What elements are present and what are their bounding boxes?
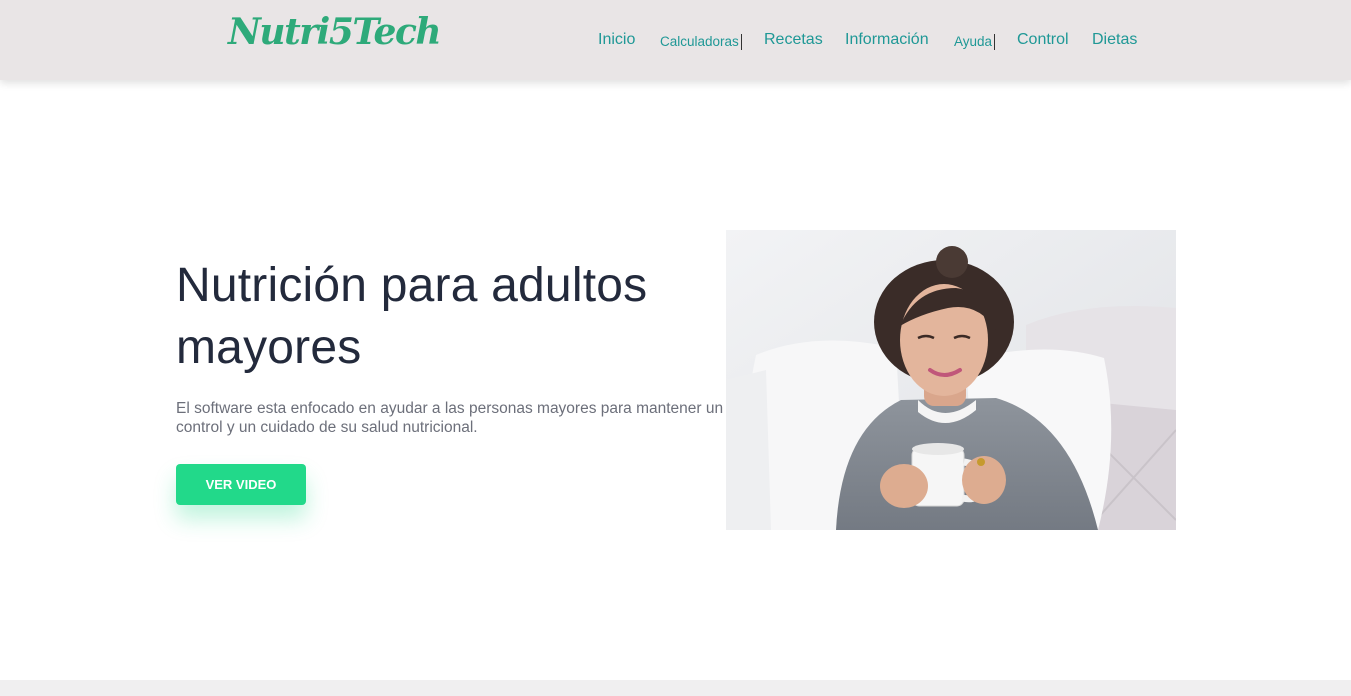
nav-link-dietas[interactable]: Dietas [1092,31,1137,49]
hero-title: Nutrición para adultos mayores [176,259,648,374]
nav-link-inicio[interactable]: Inicio [598,31,635,49]
nav-link-ayuda[interactable]: Ayuda [954,34,996,50]
hero-photo [726,230,1176,530]
navbar: Nutri5Tech Inicio Calculadoras Recetas I… [0,0,1351,80]
nav-link-control[interactable]: Control [1017,31,1069,49]
nav-link-informacion[interactable]: Información [845,31,929,49]
footer-strip [0,680,1351,696]
nav-link-recetas[interactable]: Recetas [764,31,823,49]
elderly-woman-with-cup-icon [726,230,1176,530]
nav-link-calculadoras[interactable]: Calculadoras [660,34,742,50]
hero-description: El software esta enfocado en ayudar a la… [176,400,724,436]
brand-logo[interactable]: Nutri5Tech [228,11,442,53]
watch-video-button[interactable]: VER VIDEO [176,464,306,505]
